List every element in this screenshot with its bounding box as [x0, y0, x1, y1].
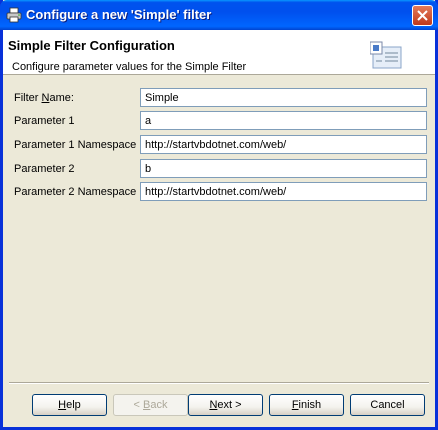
window-title: Configure a new 'Simple' filter [26, 7, 212, 22]
filter-name-input[interactable] [140, 88, 427, 107]
parameter-1-input[interactable] [140, 111, 427, 130]
finish-button[interactable]: Finish [269, 394, 344, 416]
title-bar[interactable]: Configure a new 'Simple' filter [0, 0, 438, 30]
parameter-2-label: Parameter 2 [14, 163, 75, 175]
parameter-1-namespace-label: Parameter 1 Namespace [14, 139, 137, 151]
banner-title: Simple Filter Configuration [8, 38, 175, 53]
close-icon [417, 10, 428, 21]
button-separator [9, 382, 429, 384]
parameter-1-namespace-input[interactable] [140, 135, 427, 154]
cancel-button[interactable]: Cancel [350, 394, 425, 416]
parameter-2-namespace-row: Parameter 2 Namespace [14, 182, 434, 204]
help-button[interactable]: Help [32, 394, 107, 416]
next-button[interactable]: Next > [188, 394, 263, 416]
config-card-icon [369, 40, 404, 70]
parameter-2-row: Parameter 2 [14, 159, 434, 181]
printer-icon [6, 7, 22, 23]
header-banner: Simple Filter Configuration Configure pa… [3, 30, 435, 75]
filter-name-row: Filter Name: [14, 88, 434, 110]
parameter-1-label: Parameter 1 [14, 115, 75, 127]
parameter-1-row: Parameter 1 [14, 111, 434, 133]
banner-subtitle: Configure parameter values for the Simpl… [12, 61, 247, 73]
parameter-2-input[interactable] [140, 159, 427, 178]
filter-name-label: Filter Name: [14, 92, 74, 104]
parameter-2-namespace-input[interactable] [140, 182, 427, 201]
parameter-1-namespace-row: Parameter 1 Namespace [14, 135, 434, 157]
dialog-window: Configure a new 'Simple' filter Simple F… [0, 0, 438, 430]
close-button[interactable] [412, 5, 433, 26]
parameter-2-namespace-label: Parameter 2 Namespace [14, 186, 137, 198]
back-button[interactable]: < Back [113, 394, 188, 416]
